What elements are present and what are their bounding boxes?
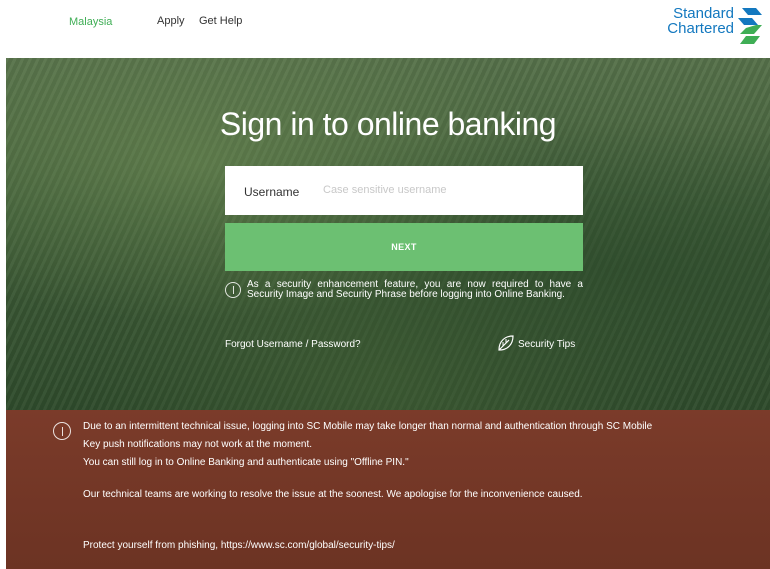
username-input[interactable] bbox=[323, 178, 573, 202]
header: Malaysia Apply Get Help Standard Charter… bbox=[0, 0, 770, 56]
username-label: Username bbox=[244, 185, 300, 199]
phishing-notice[interactable]: Protect yourself from phishing, https://… bbox=[83, 540, 395, 551]
alert-line-4: Our technical teams are working to resol… bbox=[83, 489, 583, 500]
brand-logo[interactable]: Standard Chartered bbox=[662, 6, 766, 46]
brand-wordmark: Standard Chartered bbox=[662, 6, 734, 36]
username-field-box: Username bbox=[225, 166, 583, 215]
brand-line-2: Chartered bbox=[667, 20, 734, 37]
info-icon bbox=[225, 282, 241, 298]
alert-line-3: You can still log in to Online Banking a… bbox=[83, 457, 409, 468]
security-tips-label: Security Tips bbox=[518, 339, 576, 350]
page-title: Sign in to online banking bbox=[219, 106, 557, 142]
country-selector[interactable]: Malaysia bbox=[69, 16, 112, 28]
nav-get-help-link[interactable]: Get Help bbox=[199, 15, 242, 27]
forgot-username-password-link[interactable]: Forgot Username / Password? bbox=[225, 339, 361, 350]
login-hero: Sign in to online banking Username NEXT … bbox=[6, 58, 770, 410]
next-button[interactable]: NEXT bbox=[225, 223, 583, 271]
alert-info-icon bbox=[53, 422, 71, 440]
brand-line-1: Standard bbox=[673, 5, 734, 22]
nav-apply-link[interactable]: Apply bbox=[157, 15, 185, 27]
security-notice-text: As a security enhancement feature, you a… bbox=[247, 279, 583, 300]
alert-line-1: Due to an intermittent technical issue, … bbox=[83, 421, 653, 432]
alert-line-2: Key push notifications may not work at t… bbox=[83, 439, 312, 450]
service-alert-banner: Due to an intermittent technical issue, … bbox=[6, 410, 770, 569]
sc-logo-icon bbox=[738, 8, 762, 44]
leaf-icon bbox=[498, 335, 514, 351]
